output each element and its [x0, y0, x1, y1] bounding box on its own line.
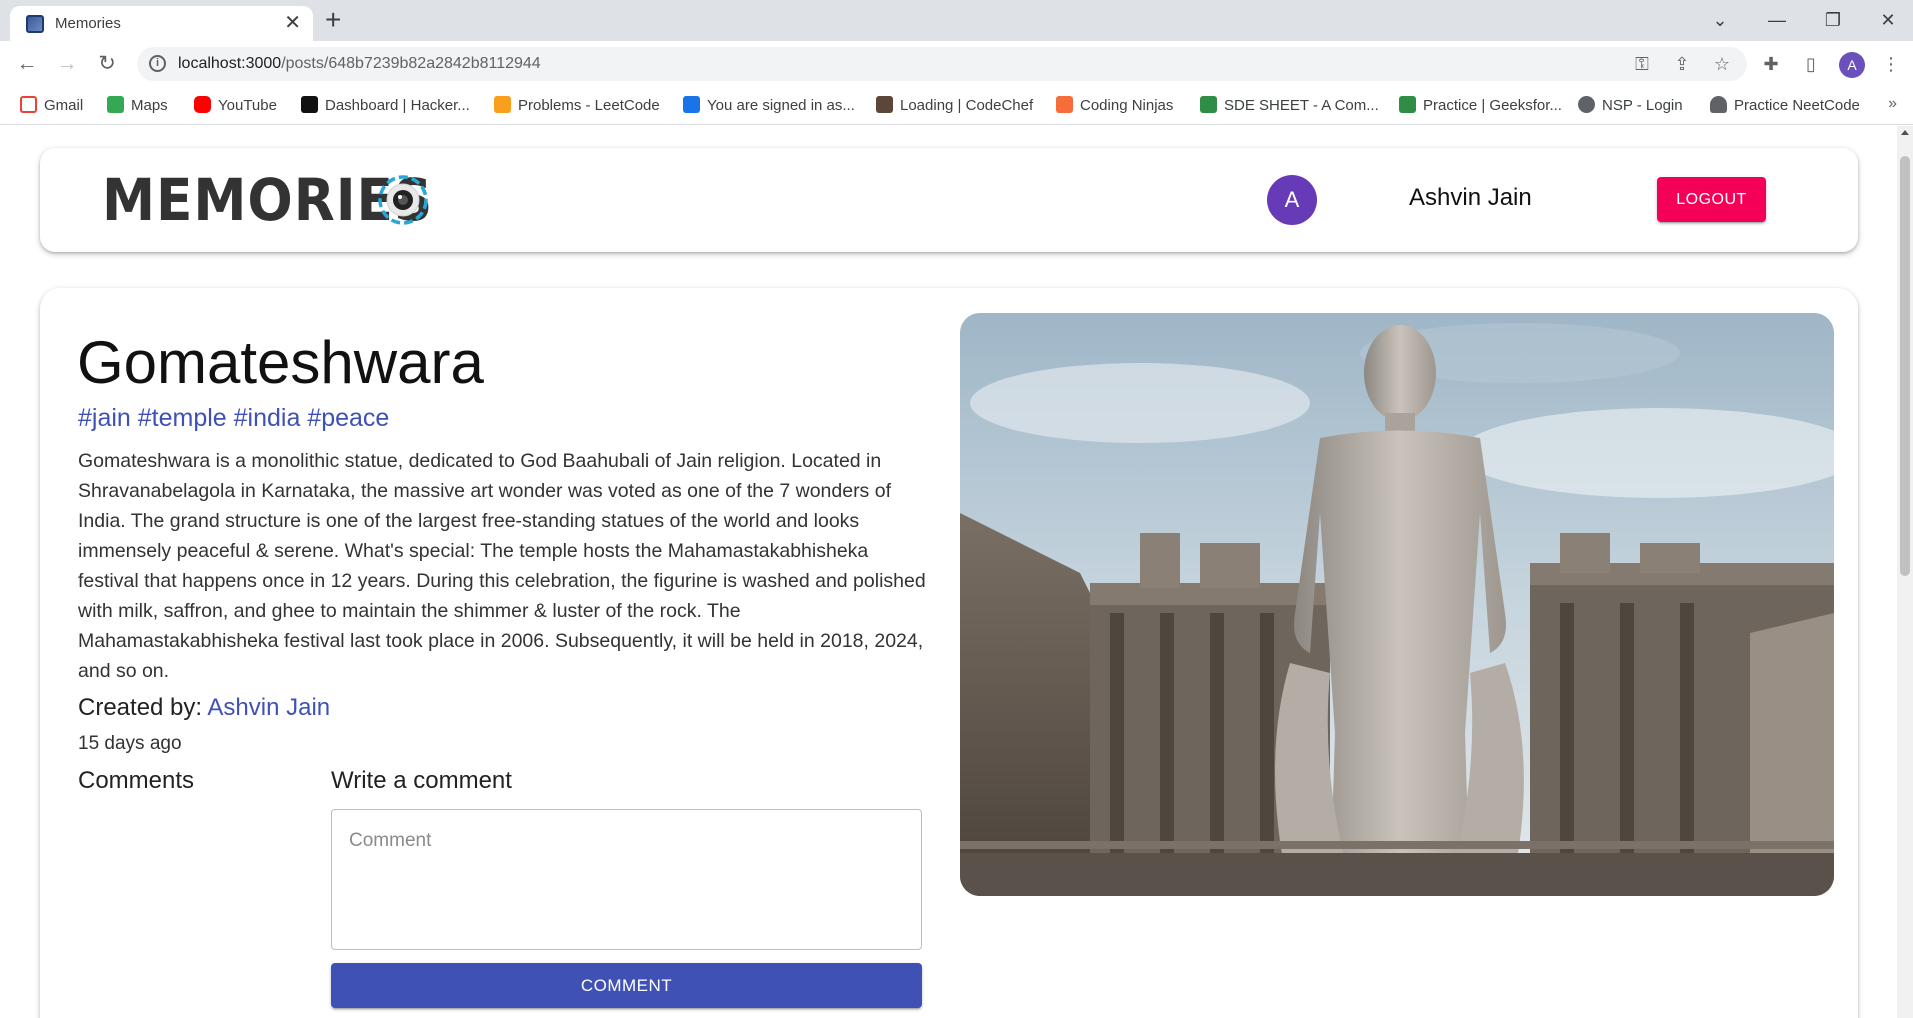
- browser-toolbar: ← → ↻ i localhost:3000/posts/648b7239b82…: [0, 41, 1913, 87]
- bookmark-hackerrank[interactable]: Dashboard | Hacker...: [301, 96, 470, 116]
- back-icon[interactable]: ←: [12, 49, 42, 79]
- bookmark-gmail[interactable]: Gmail: [20, 96, 83, 116]
- bookmark-label: You are signed in as...: [707, 97, 855, 114]
- bookmark-nsp[interactable]: NSP - Login: [1578, 96, 1683, 116]
- browser-tab[interactable]: Memories ✕: [10, 6, 313, 41]
- address-url[interactable]: localhost:3000/posts/648b7239b82a2842b81…: [178, 55, 541, 73]
- maps-icon: [107, 96, 124, 113]
- memories-favicon-icon: [26, 15, 44, 33]
- comments-heading: Comments: [78, 767, 195, 794]
- bookmark-label: YouTube: [218, 97, 277, 114]
- comment-submit-button[interactable]: COMMENT: [331, 963, 922, 1008]
- created-by: Created by: Ashvin Jain: [78, 694, 330, 722]
- bookmark-label: SDE SHEET - A Com...: [1224, 97, 1379, 114]
- bookmark-label: Dashboard | Hacker...: [325, 97, 470, 114]
- bookmark-label: Practice NeetCode: [1734, 97, 1860, 114]
- bookmark-neetcode[interactable]: Practice NeetCode: [1710, 96, 1860, 116]
- bookmark-codechef[interactable]: Loading | CodeChef: [876, 96, 1033, 116]
- bookmark-gfg-practice[interactable]: Practice | Geeksfor...: [1399, 96, 1562, 116]
- user-name: Ashvin Jain: [1409, 184, 1532, 211]
- restore-button[interactable]: ❐: [1818, 5, 1848, 35]
- extensions-icon[interactable]: ✚: [1758, 51, 1784, 77]
- youtube-icon: [194, 96, 211, 113]
- post-detail-card: Gomateshwara #jain #temple #india #peace…: [40, 288, 1858, 1018]
- user-avatar[interactable]: A: [1267, 175, 1317, 225]
- bookmark-youtube[interactable]: YouTube: [194, 96, 277, 116]
- bookmarks-bar: Gmail Maps YouTube Dashboard | Hacker...…: [0, 87, 1913, 125]
- bookmark-coding-ninjas[interactable]: Coding Ninjas: [1056, 96, 1173, 116]
- site-info-icon[interactable]: i: [149, 55, 166, 72]
- url-path: /posts/648b7239b82a2842b8112944: [281, 55, 541, 72]
- forward-icon[interactable]: →: [52, 49, 82, 79]
- side-panel-icon[interactable]: ▯: [1798, 51, 1824, 77]
- created-by-label: Created by:: [78, 694, 203, 721]
- bookmark-star-icon[interactable]: ☆: [1709, 52, 1735, 76]
- codingninjas-icon: [1056, 96, 1073, 113]
- tab-search-icon[interactable]: ⌄: [1705, 5, 1735, 35]
- post-title: Gomateshwara: [77, 329, 484, 396]
- bookmark-label: Practice | Geeksfor...: [1423, 97, 1562, 114]
- tab-title: Memories: [55, 15, 121, 32]
- codechef-icon: [876, 96, 893, 113]
- minimize-button[interactable]: —: [1762, 5, 1792, 35]
- reload-icon[interactable]: ↻: [92, 49, 122, 79]
- close-tab-icon[interactable]: ✕: [284, 12, 301, 34]
- bookmark-label: Coding Ninjas: [1080, 97, 1174, 114]
- new-tab-button[interactable]: +: [325, 5, 341, 35]
- scroll-up-icon[interactable]: [1901, 130, 1909, 135]
- comment-input[interactable]: [332, 810, 921, 949]
- logout-button[interactable]: LOGOUT: [1657, 177, 1766, 222]
- write-comment-heading: Write a comment: [331, 767, 512, 794]
- bookmark-label: Problems - LeetCode: [518, 97, 660, 114]
- comment-field[interactable]: [331, 809, 922, 950]
- browser-profile-avatar[interactable]: A: [1839, 52, 1865, 78]
- share-icon[interactable]: ⇪: [1669, 52, 1695, 76]
- globe-icon: [1578, 96, 1595, 113]
- gfg-icon: [1399, 96, 1416, 113]
- author-link[interactable]: Ashvin Jain: [207, 694, 330, 721]
- post-message: Gomateshwara is a monolithic statue, ded…: [78, 450, 926, 682]
- gmail-icon: [20, 96, 37, 113]
- page-viewport: MEMORIES A Ashvin Jain LOGOUT Gomateshwa…: [0, 126, 1897, 1018]
- bookmark-maps[interactable]: Maps: [107, 96, 168, 116]
- key-icon[interactable]: ⚿: [1629, 52, 1655, 76]
- post-tags: #jain #temple #india #peace: [78, 404, 390, 432]
- app-bar: MEMORIES A Ashvin Jain LOGOUT: [40, 148, 1858, 252]
- address-bar[interactable]: i localhost:3000/posts/648b7239b82a2842b…: [137, 47, 1747, 81]
- post-time-ago: 15 days ago: [78, 733, 182, 754]
- s-icon: [683, 96, 700, 113]
- bookmark-label: Loading | CodeChef: [900, 97, 1034, 114]
- more-bookmarks-icon[interactable]: »: [1888, 95, 1897, 113]
- browser-tabstrip: Memories ✕ + ⌄ — ❐ ✕: [0, 0, 1913, 41]
- post-image: [960, 313, 1834, 896]
- bookmark-label: NSP - Login: [1602, 97, 1683, 114]
- close-window-button[interactable]: ✕: [1873, 5, 1903, 35]
- camera-lens-logo-icon[interactable]: [377, 174, 429, 226]
- hackerrank-icon: [301, 96, 318, 113]
- page-scrollbar[interactable]: [1897, 126, 1913, 1018]
- bookmark-label: Gmail: [44, 97, 84, 114]
- bookmark-sde-sheet[interactable]: SDE SHEET - A Com...: [1200, 96, 1379, 116]
- gomateshwara-photo: [960, 313, 1834, 896]
- gfg-icon: [1200, 96, 1217, 113]
- url-host: localhost:3000: [178, 55, 282, 72]
- scrollbar-thumb[interactable]: [1900, 156, 1910, 576]
- bookmark-leetcode[interactable]: Problems - LeetCode: [494, 96, 660, 116]
- browser-menu-icon[interactable]: ⋮: [1878, 51, 1904, 77]
- bookmark-label: Maps: [131, 97, 168, 114]
- leetcode-icon: [494, 96, 511, 113]
- bookmark-signed-in[interactable]: You are signed in as...: [683, 96, 855, 116]
- neetcode-icon: [1710, 96, 1727, 113]
